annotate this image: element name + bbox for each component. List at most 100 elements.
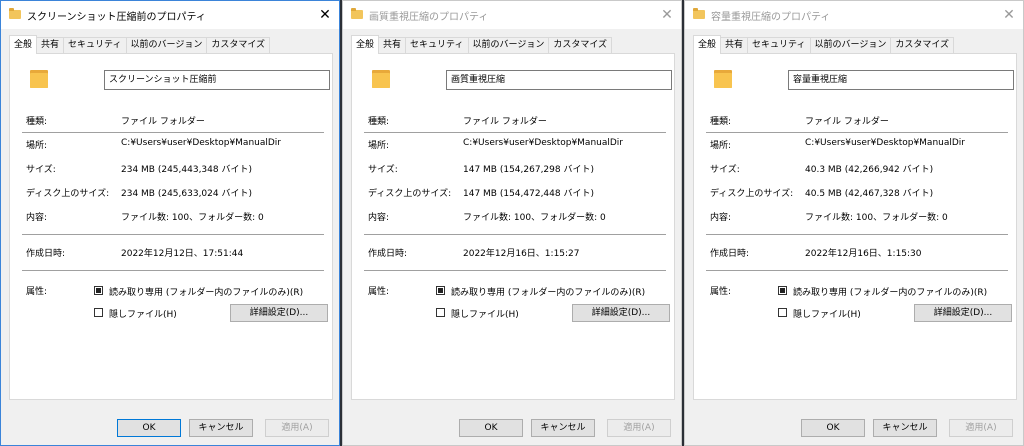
tab-general[interactable]: 全般	[351, 35, 380, 54]
ok-button[interactable]: OK	[459, 419, 523, 437]
window-title: 画質重視圧縮のプロパティ	[369, 12, 489, 23]
readonly-label: 読み取り専用 (フォルダー内のファイルのみ)(R)	[793, 288, 988, 298]
type-value: ファイル フォルダー	[805, 117, 889, 127]
contains-label: 内容:	[710, 213, 732, 223]
advanced-button[interactable]: 詳細設定(D)...	[572, 304, 670, 322]
button-bar: OK キャンセル 適用(A)	[343, 407, 681, 445]
tab-strip: 全般 共有 セキュリティ 以前のバージョン カスタマイズ	[9, 35, 271, 54]
size-on-disk-value: 147 MB (154,472,448 バイト)	[463, 189, 594, 199]
tab-strip: 全般 共有 セキュリティ 以前のバージョン カスタマイズ	[351, 35, 613, 54]
checkbox-indeterminate-icon[interactable]	[94, 286, 103, 295]
contains-label: 内容:	[368, 213, 390, 223]
type-value: ファイル フォルダー	[463, 117, 547, 127]
folder-icon	[693, 8, 705, 19]
tab-customize[interactable]: カスタマイズ	[206, 37, 271, 53]
size-value: 40.3 MB (42,266,942 バイト)	[805, 165, 934, 175]
tab-sharing[interactable]: 共有	[36, 37, 65, 53]
checkbox-icon[interactable]	[436, 308, 445, 317]
general-panel: 画質重視圧縮 種類: ファイル フォルダー 場所: C:¥Users¥user¥De…	[351, 53, 675, 400]
created-label: 作成日時:	[710, 249, 750, 259]
location-value: C:¥Users¥user¥Desktop¥ManualDir	[463, 138, 624, 148]
cancel-button[interactable]: キャンセル	[873, 419, 937, 437]
created-value: 2022年12月16日、1:15:27	[463, 249, 580, 259]
location-value: C:¥Users¥user¥Desktop¥ManualDir	[805, 138, 966, 148]
tab-general[interactable]: 全般	[9, 35, 38, 54]
checkbox-icon[interactable]	[778, 308, 787, 317]
tab-previous-versions[interactable]: 以前のバージョン	[125, 37, 208, 53]
tab-security[interactable]: セキュリティ	[63, 37, 127, 53]
separator	[706, 132, 1008, 133]
cancel-button[interactable]: キャンセル	[531, 419, 595, 437]
button-bar: OK キャンセル 適用(A)	[1, 407, 339, 445]
tab-sharing[interactable]: 共有	[720, 37, 749, 53]
separator	[364, 132, 666, 133]
contains-value: ファイル数: 100、フォルダー数: 0	[463, 213, 606, 223]
contains-label: 内容:	[26, 213, 48, 223]
location-label: 場所:	[710, 141, 732, 151]
window-title: 容量重視圧縮のプロパティ	[711, 12, 831, 23]
hidden-label: 隠しファイル(H)	[451, 310, 519, 320]
close-icon[interactable]: ✕	[653, 1, 681, 29]
ok-button[interactable]: OK	[801, 419, 865, 437]
folder-name-input[interactable]: 容量重視圧縮	[788, 70, 1014, 90]
contains-value: ファイル数: 100、フォルダー数: 0	[805, 213, 948, 223]
created-label: 作成日時:	[368, 249, 408, 259]
folder-name-input[interactable]: 画質重視圧縮	[446, 70, 672, 90]
tab-sharing[interactable]: 共有	[378, 37, 407, 53]
tab-general[interactable]: 全般	[693, 35, 722, 54]
folder-name-input[interactable]: スクリーンショット圧縮前	[104, 70, 330, 90]
apply-button[interactable]: 適用(A)	[607, 419, 671, 437]
location-label: 場所:	[26, 141, 48, 151]
contains-value: ファイル数: 100、フォルダー数: 0	[121, 213, 264, 223]
separator	[22, 234, 324, 235]
tab-previous-versions[interactable]: 以前のバージョン	[467, 37, 550, 53]
properties-dialog-capacity: 容量重視圧縮のプロパティ ✕ 全般 共有 セキュリティ 以前のバージョン カスタ…	[684, 0, 1024, 446]
location-value: C:¥Users¥user¥Desktop¥ManualDir	[121, 138, 282, 148]
size-label: サイズ:	[368, 165, 398, 175]
type-label: 種類:	[710, 117, 732, 127]
separator	[364, 234, 666, 235]
separator	[706, 270, 1008, 271]
tab-previous-versions[interactable]: 以前のバージョン	[809, 37, 892, 53]
tab-customize[interactable]: カスタマイズ	[548, 37, 613, 53]
general-panel: 容量重視圧縮 種類: ファイル フォルダー 場所: C:¥Users¥user¥De…	[693, 53, 1017, 400]
created-value: 2022年12月12日、17:51:44	[121, 249, 244, 259]
close-icon[interactable]: ✕	[311, 1, 339, 29]
separator	[22, 270, 324, 271]
apply-button[interactable]: 適用(A)	[949, 419, 1013, 437]
hidden-label: 隠しファイル(H)	[793, 310, 861, 320]
tab-security[interactable]: セキュリティ	[747, 37, 811, 53]
cancel-button[interactable]: キャンセル	[189, 419, 253, 437]
checkbox-indeterminate-icon[interactable]	[778, 286, 787, 295]
type-value: ファイル フォルダー	[121, 117, 205, 127]
properties-dialog-before: スクリーンショット圧縮前のプロパティ ✕ 全般 共有 セキュリティ 以前のバージ…	[0, 0, 340, 446]
tab-security[interactable]: セキュリティ	[405, 37, 469, 53]
title-bar[interactable]: 画質重視圧縮のプロパティ ✕	[343, 1, 681, 29]
readonly-label: 読み取り専用 (フォルダー内のファイルのみ)(R)	[451, 288, 646, 298]
folder-icon	[351, 8, 363, 19]
title-bar[interactable]: スクリーンショット圧縮前のプロパティ ✕	[1, 1, 339, 29]
tab-customize[interactable]: カスタマイズ	[890, 37, 955, 53]
advanced-button[interactable]: 詳細設定(D)...	[914, 304, 1012, 322]
checkbox-indeterminate-icon[interactable]	[436, 286, 445, 295]
apply-button[interactable]: 適用(A)	[265, 419, 329, 437]
ok-button[interactable]: OK	[117, 419, 181, 437]
type-label: 種類:	[26, 117, 48, 127]
separator	[22, 132, 324, 133]
attributes-label: 属性:	[710, 287, 732, 297]
close-icon[interactable]: ✕	[995, 1, 1023, 29]
title-bar[interactable]: 容量重視圧縮のプロパティ ✕	[685, 1, 1023, 29]
size-value: 147 MB (154,267,298 バイト)	[463, 165, 594, 175]
folder-icon	[9, 8, 21, 19]
size-label: サイズ:	[26, 165, 56, 175]
type-label: 種類:	[368, 117, 390, 127]
checkbox-icon[interactable]	[94, 308, 103, 317]
properties-dialog-quality: 画質重視圧縮のプロパティ ✕ 全般 共有 セキュリティ 以前のバージョン カスタ…	[342, 0, 682, 446]
advanced-button[interactable]: 詳細設定(D)...	[230, 304, 328, 322]
size-on-disk-label: ディスク上のサイズ:	[368, 189, 452, 199]
size-on-disk-label: ディスク上のサイズ:	[26, 189, 110, 199]
tab-strip: 全般 共有 セキュリティ 以前のバージョン カスタマイズ	[693, 35, 955, 54]
folder-icon	[372, 68, 390, 88]
general-panel: スクリーンショット圧縮前 種類: ファイル フォルダー 場所: C:¥Users¥u…	[9, 53, 333, 400]
button-bar: OK キャンセル 適用(A)	[685, 407, 1023, 445]
